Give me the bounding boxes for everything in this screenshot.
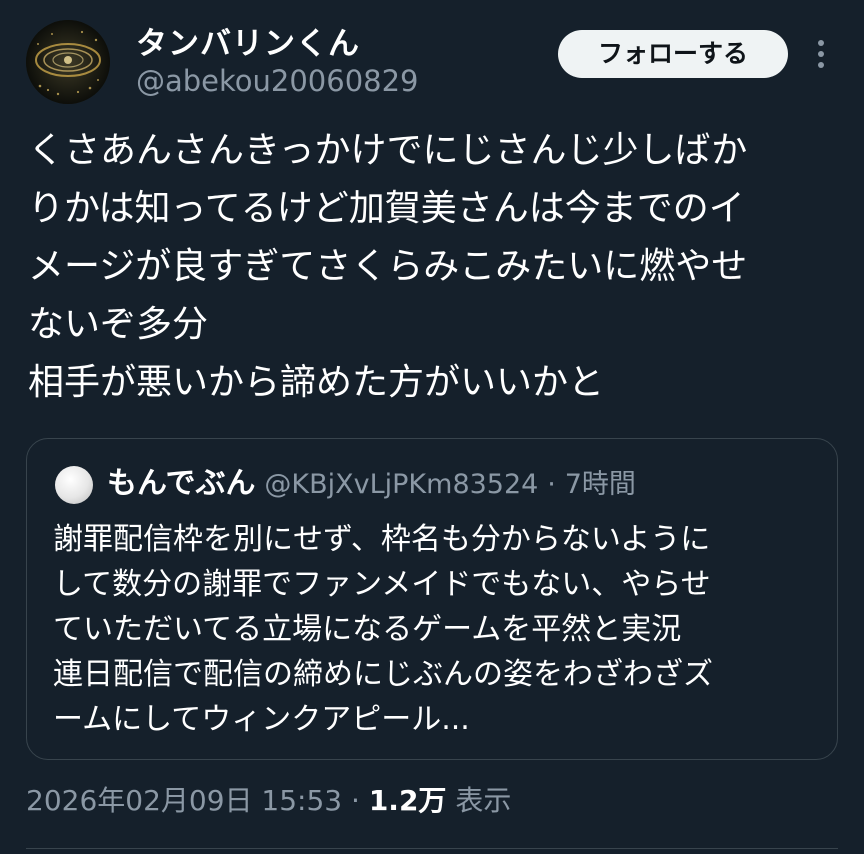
tweet-body: くさあんさんきっかけでにじさんじ少しばか りかは知ってるけど加賀美さんは今までの…	[28, 122, 848, 412]
quote-separator: ·	[547, 469, 556, 500]
quoted-tweet-card[interactable]: もんでぶん @KBjXvLjPKm83524 · 7時間 謝罪配信枠を別にせず、…	[26, 438, 838, 760]
author-display-name[interactable]: タンバリンくん	[136, 18, 360, 63]
meta-separator: ·	[351, 784, 360, 817]
quote-header: もんでぶん @KBjXvLjPKm83524 · 7時間	[107, 461, 636, 508]
quote-body-line: して数分の謝罪でファンメイドでもない、やらせ	[53, 567, 711, 602]
quote-body-line: 謝罪配信枠を別にせず、枠名も分からないように	[53, 522, 711, 557]
more-vertical-icon[interactable]	[808, 38, 834, 70]
quote-author-name[interactable]: もんでぶん	[107, 466, 256, 501]
tweet-body-line: ないぞ多分	[28, 304, 209, 345]
views-label: 表示	[455, 784, 512, 817]
views-count: 1.2万	[368, 784, 447, 817]
quote-timestamp[interactable]: 7時間	[565, 469, 636, 500]
tweet-body-line: りかは知ってるけど加賀美さんは今までのイ	[28, 188, 745, 229]
quote-author-avatar[interactable]	[55, 466, 93, 504]
quote-body-line: ームにしてウィンクアピール...	[53, 702, 470, 737]
divider	[26, 848, 838, 849]
quote-body-line: 連日配信で配信の締めにじぶんの姿をわざわざズ	[53, 657, 713, 692]
tweet-body-line: 相手が悪いから諦めた方がいいかと	[28, 362, 605, 403]
quote-author-handle[interactable]: @KBjXvLjPKm83524	[264, 469, 538, 500]
tweet-meta: 2026年02月09日 15:53 · 1.2万 表示	[26, 778, 511, 824]
follow-button[interactable]: フォローする	[558, 30, 788, 78]
author-handle[interactable]: @abekou20060829	[136, 64, 419, 98]
tweet-timestamp[interactable]: 2026年02月09日 15:53	[26, 784, 342, 817]
author-avatar[interactable]	[26, 20, 110, 104]
tweet-body-line: くさあんさんきっかけでにじさんじ少しばか	[28, 130, 748, 171]
quote-body-line: ていただいてる立場になるゲームを平然と実況	[53, 612, 682, 647]
tweet-body-line: メージが良すぎてさくらみこみたいに燃やせ	[28, 246, 748, 287]
tweet: タンバリンくん @abekou20060829 フォローする くさあんさんきっか…	[0, 0, 864, 854]
quote-body: 謝罪配信枠を別にせず、枠名も分からないように して数分の謝罪でファンメイドでもな…	[53, 517, 823, 742]
